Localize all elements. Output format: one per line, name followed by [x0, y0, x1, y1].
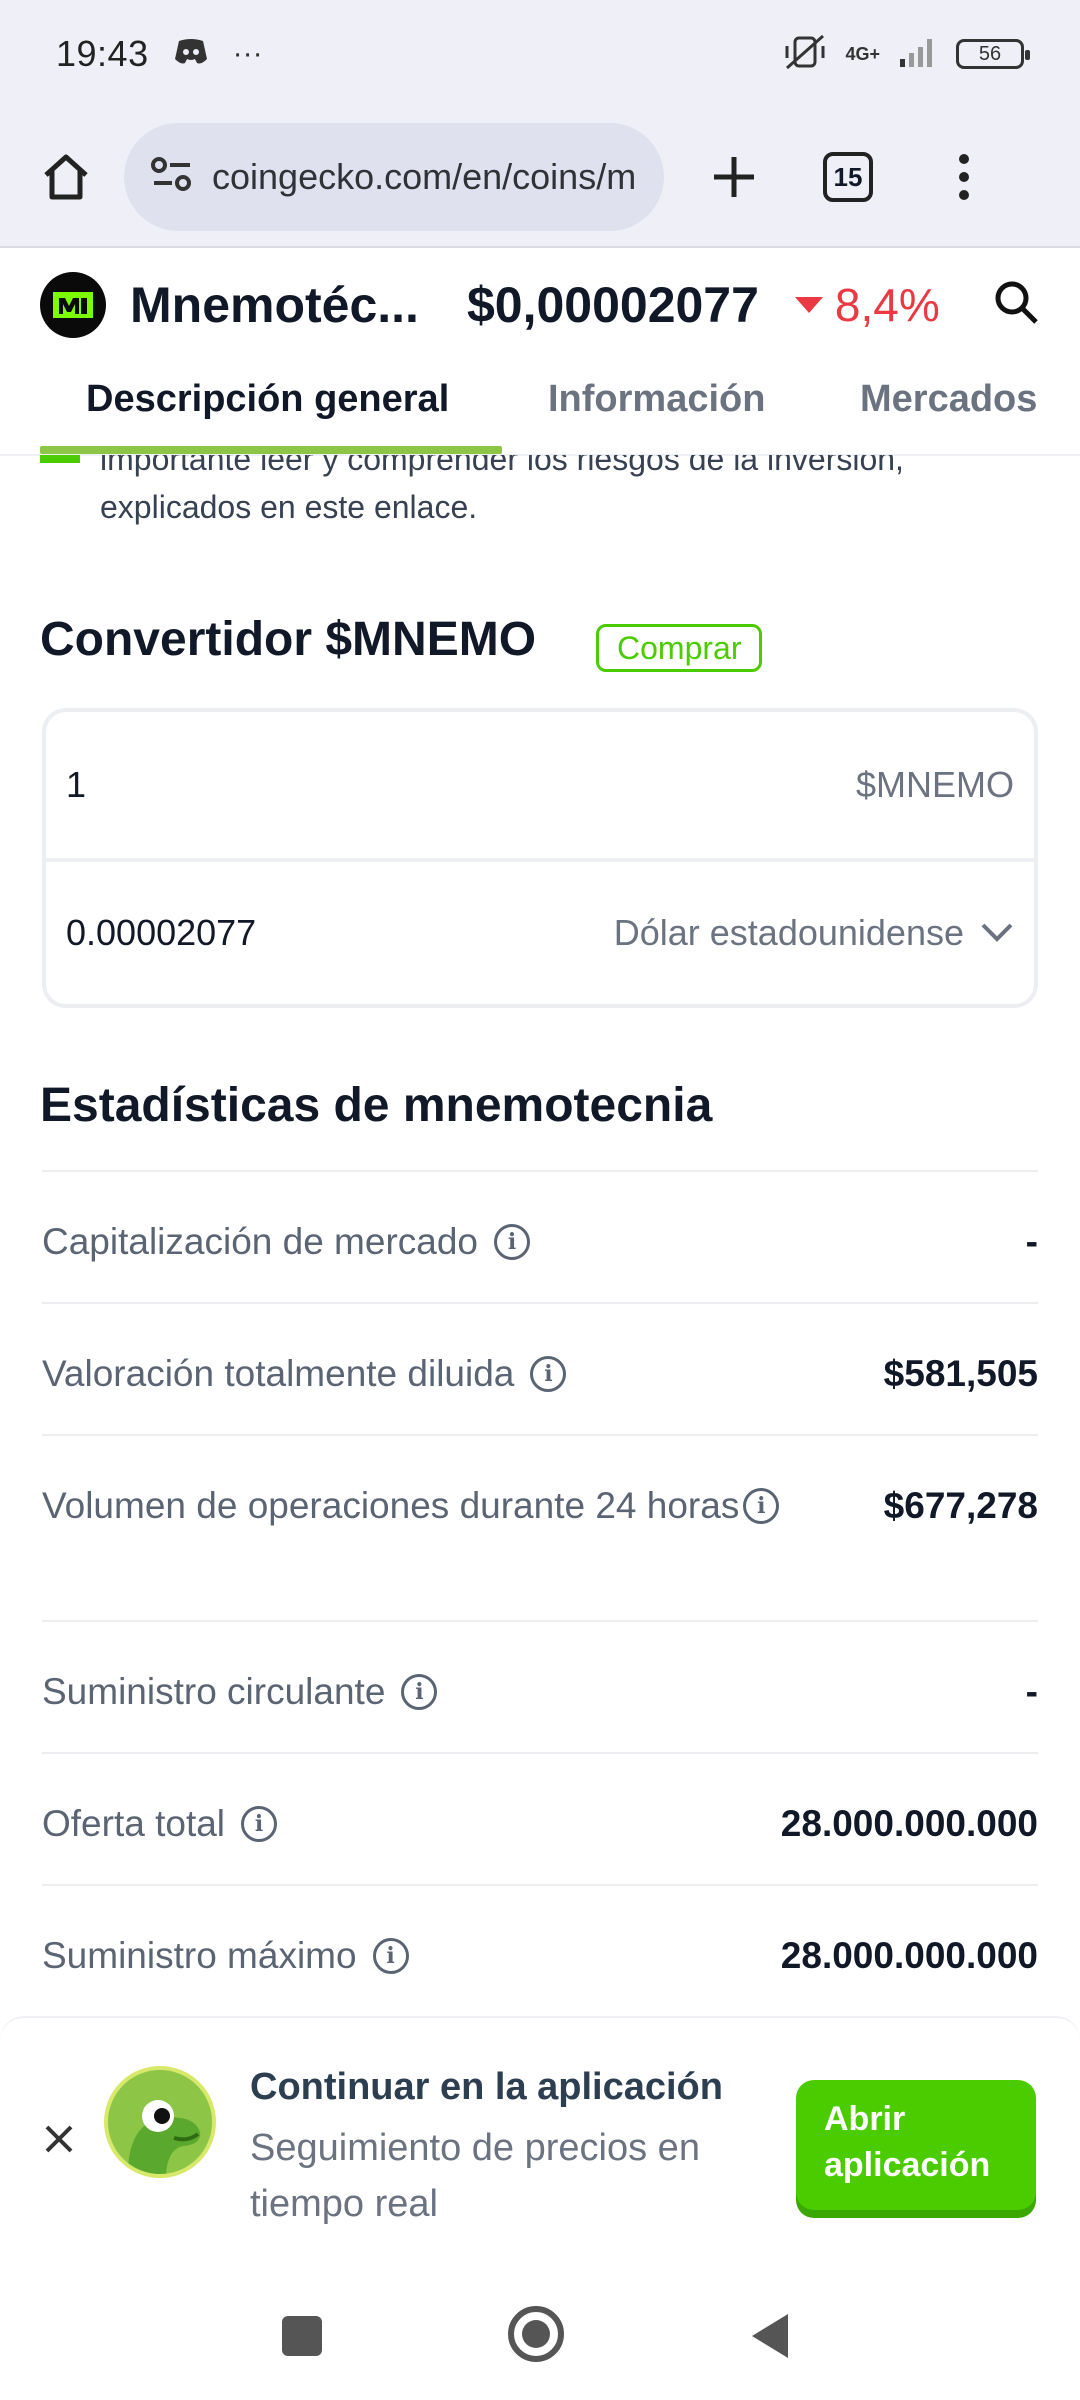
stat-label: Capitalización de mercado	[42, 1221, 479, 1262]
stat-value: 28.000.000.000	[780, 1803, 1038, 1844]
more-notifications-icon: ···	[232, 37, 263, 70]
site-settings-icon[interactable]	[150, 155, 194, 200]
info-icon[interactable]: i	[743, 1488, 780, 1524]
active-tab-indicator	[40, 446, 502, 454]
info-icon[interactable]: i	[372, 1938, 409, 1974]
stat-label: Suministro máximo	[42, 1935, 357, 1976]
info-icon[interactable]: i	[241, 1806, 278, 1842]
home-button[interactable]	[32, 143, 100, 211]
tab-switcher-button[interactable]: 15	[814, 143, 882, 211]
stat-label: Suministro circulante	[42, 1671, 386, 1712]
open-app-button[interactable]: Abrir aplicación	[796, 2080, 1036, 2210]
price-change: 8,4%	[794, 278, 940, 332]
stat-row: Oferta total i 28.000.000.000	[42, 1752, 1038, 1884]
converter-to-input[interactable]: 0.00002077	[66, 912, 256, 954]
status-bar: 19:43 ··· 4G+ 56	[0, 0, 1080, 108]
url-text: coingecko.com/en/coins/mnemotecnia	[212, 156, 638, 197]
disclaimer-accent	[40, 455, 80, 463]
battery-level: 56	[978, 42, 1002, 65]
browser-toolbar: coingecko.com/en/coins/mnemotecnia 15	[0, 108, 1080, 248]
search-icon	[995, 281, 1038, 324]
converter-to-row[interactable]: 0.00002077 Dólar estadounidense	[46, 858, 1034, 1004]
system-nav-bar	[0, 2276, 1080, 2400]
stat-value: -	[1025, 1221, 1038, 1262]
new-tab-button[interactable]	[700, 143, 768, 211]
browser-menu-button[interactable]	[930, 143, 998, 211]
price-change-value: 8,4%	[834, 279, 940, 331]
banner-title: Continuar en la aplicación	[250, 2066, 723, 2108]
signal-icon	[898, 37, 938, 72]
currency-select-label: Dólar estadounidense	[613, 912, 964, 953]
coingecko-logo	[104, 2066, 216, 2178]
stat-value: 28.000.000.000	[780, 1935, 1038, 1976]
stat-row: Suministro circulante i -	[42, 1620, 1038, 1752]
tab-descripcion-general[interactable]: Descripción general	[86, 378, 449, 421]
info-icon[interactable]: i	[494, 1224, 531, 1260]
currency-select[interactable]: Dólar estadounidense	[614, 912, 1014, 954]
banner-subtitle: Seguimiento de precios en tiempo real	[250, 2127, 700, 2225]
network-label: 4G+	[845, 43, 880, 64]
tabs-count: 15	[823, 152, 873, 202]
stat-label: Valoración totalmente diluida	[42, 1353, 515, 1394]
app-install-banner: Continuar en la aplicación Seguimiento d…	[0, 2016, 1080, 2276]
coin-logo	[40, 272, 106, 338]
recents-button[interactable]	[282, 2316, 322, 2356]
converter-from-unit: $MNEMO	[855, 764, 1014, 805]
stat-row: Volumen de operaciones durante 24 horas i…	[42, 1434, 1038, 1620]
discord-icon	[173, 37, 209, 72]
url-bar[interactable]: coingecko.com/en/coins/mnemotecnia	[124, 123, 664, 231]
stat-value: -	[1025, 1671, 1038, 1712]
coin-header: Mnemotéc... $0,00002077 8,4%	[0, 250, 1080, 360]
stat-label: Volumen de operaciones durante 24 horas	[42, 1485, 740, 1526]
converter-from-input[interactable]: 1	[66, 764, 86, 806]
battery-icon: 56	[956, 39, 1030, 69]
stat-value: $677,278	[883, 1485, 1038, 1526]
stat-label: Oferta total	[42, 1803, 226, 1844]
buy-button[interactable]: Comprar	[596, 624, 763, 672]
info-icon[interactable]: i	[530, 1356, 567, 1392]
stat-value: $581,505	[883, 1353, 1038, 1394]
stat-row: Valoración totalmente diluida i $581,505	[42, 1302, 1038, 1434]
converter-title: Convertidor $MNEMO	[40, 613, 537, 666]
converter-box: 1 $MNEMO 0.00002077 Dólar estadounidense	[42, 708, 1038, 1008]
coin-tabs: Descripción general Información Mercados	[0, 360, 1080, 456]
more-vert-icon	[959, 154, 969, 200]
search-button[interactable]	[992, 278, 1040, 331]
info-icon[interactable]: i	[401, 1674, 438, 1710]
home-nav-button[interactable]	[508, 2306, 564, 2362]
status-time: 19:43	[56, 33, 149, 74]
converter-from-row[interactable]: 1 $MNEMO	[46, 712, 1034, 858]
coin-name: Mnemotéc...	[130, 277, 419, 333]
banner-close-button[interactable]	[44, 2124, 74, 2159]
plus-icon	[714, 157, 754, 197]
tab-mercados[interactable]: Mercados	[860, 378, 1037, 421]
coin-price: $0,00002077	[466, 277, 759, 333]
stat-row: Suministro máximo i 28.000.000.000	[42, 1884, 1038, 2016]
close-icon	[45, 2125, 73, 2153]
disclaimer-text[interactable]: importante leer y comprender los riesgos…	[100, 455, 1040, 531]
home-icon	[44, 154, 88, 200]
back-button[interactable]	[752, 2314, 788, 2358]
stats-table: Capitalización de mercado i - Valoración …	[42, 1170, 1038, 2016]
tab-informacion[interactable]: Información	[548, 378, 765, 421]
stat-row: Capitalización de mercado i -	[42, 1170, 1038, 1302]
stats-title: Estadísticas de mnemotecnia	[40, 1079, 713, 1132]
mute-vibrate-icon	[783, 32, 827, 77]
down-arrow-icon	[794, 297, 823, 313]
chevron-down-icon	[981, 923, 1013, 942]
risk-disclaimer: importante leer y comprender los riesgos…	[40, 455, 1040, 545]
